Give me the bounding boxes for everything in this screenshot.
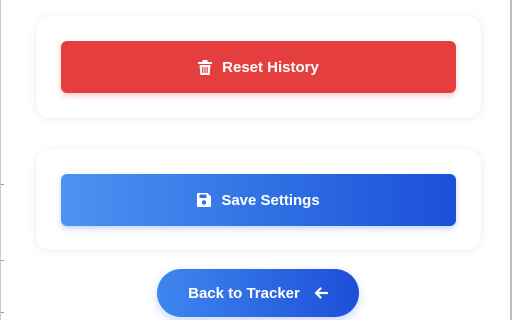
window-left-edge	[0, 0, 1, 320]
save-settings-label: Save Settings	[221, 191, 320, 209]
edge-tick	[1, 312, 4, 313]
settings-page: Reset History Save Settings Back to Trac…	[0, 0, 512, 320]
edge-tick	[1, 184, 4, 185]
save-icon	[197, 193, 212, 207]
save-settings-button[interactable]: Save Settings	[61, 174, 456, 226]
back-to-tracker-label: Back to Tracker	[188, 284, 300, 302]
edge-tick	[1, 260, 4, 261]
reset-history-button[interactable]: Reset History	[61, 41, 456, 93]
reset-history-card: Reset History	[36, 16, 481, 118]
reset-history-label: Reset History	[222, 58, 319, 76]
trash-icon	[198, 60, 213, 75]
arrow-left-icon	[314, 286, 328, 300]
settings-card: Save Settings	[36, 149, 481, 250]
back-to-tracker-button[interactable]: Back to Tracker	[157, 269, 359, 317]
